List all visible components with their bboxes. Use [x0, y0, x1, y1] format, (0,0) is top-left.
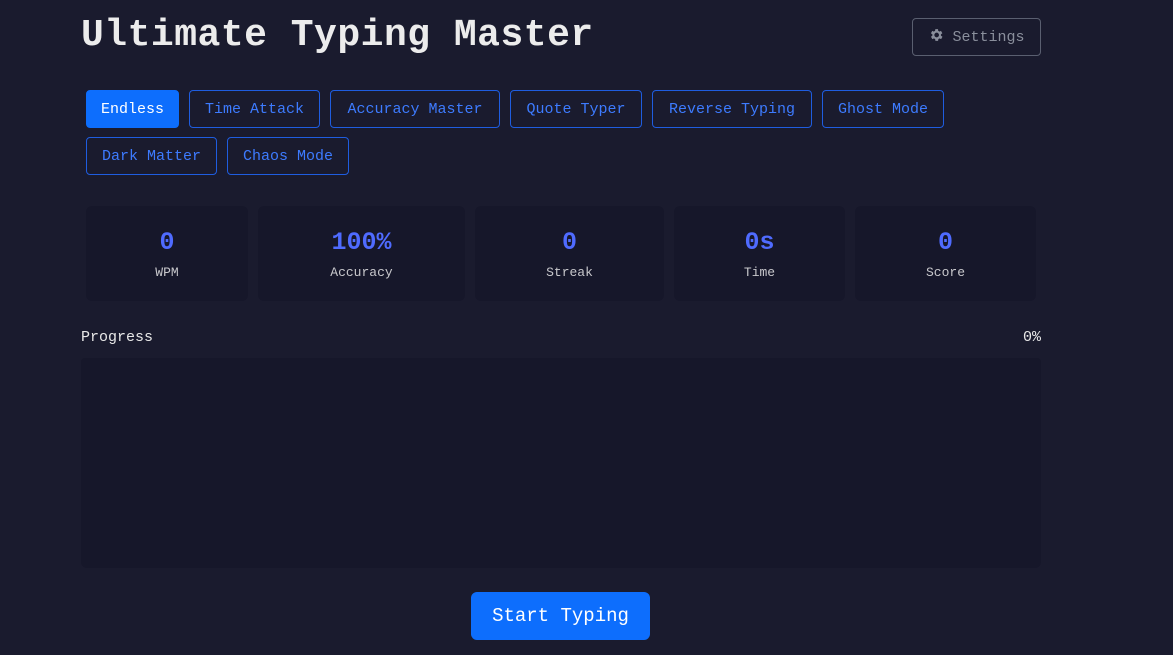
mode-accuracy-master-button[interactable]: Accuracy Master [330, 90, 500, 128]
stat-score: 0 Score [855, 206, 1036, 301]
settings-label: Settings [952, 28, 1025, 46]
stat-streak: 0 Streak [475, 206, 664, 301]
mode-endless-button[interactable]: Endless [86, 90, 179, 128]
stat-label: Time [743, 264, 776, 280]
settings-button[interactable]: Settings [912, 18, 1041, 56]
stat-value: 0 [159, 227, 175, 257]
stat-value: 0 [561, 227, 577, 257]
stat-time: 0s Time [674, 206, 845, 301]
stat-label: Accuracy [330, 264, 393, 280]
mode-dark-matter-button[interactable]: Dark Matter [86, 137, 217, 175]
progress-bar [81, 358, 1041, 368]
stat-label: WPM [155, 264, 179, 280]
mode-reverse-typing-button[interactable]: Reverse Typing [652, 90, 812, 128]
stat-wpm: 0 WPM [86, 206, 248, 301]
mode-chaos-mode-button[interactable]: Chaos Mode [227, 137, 349, 175]
mode-ghost-mode-button[interactable]: Ghost Mode [822, 90, 944, 128]
start-typing-button[interactable]: Start Typing [471, 592, 650, 640]
mode-time-attack-button[interactable]: Time Attack [189, 90, 320, 128]
gear-icon [928, 27, 944, 48]
typing-text-area[interactable] [81, 368, 1041, 568]
stat-label: Score [925, 264, 965, 280]
page-title: Ultimate Typing Master [81, 14, 594, 57]
stat-value: 0s [744, 227, 775, 257]
stat-value: 0 [937, 227, 953, 257]
mode-quote-typer-button[interactable]: Quote Typer [510, 90, 642, 128]
app-container: Ultimate Typing Master Settings Endless … [81, 0, 1041, 655]
progress-label: Progress [81, 329, 154, 346]
progress-percent: 0% [1022, 329, 1041, 346]
stat-accuracy: 100% Accuracy [258, 206, 465, 301]
stat-value: 100% [331, 227, 392, 257]
stat-label: Streak [546, 264, 593, 280]
